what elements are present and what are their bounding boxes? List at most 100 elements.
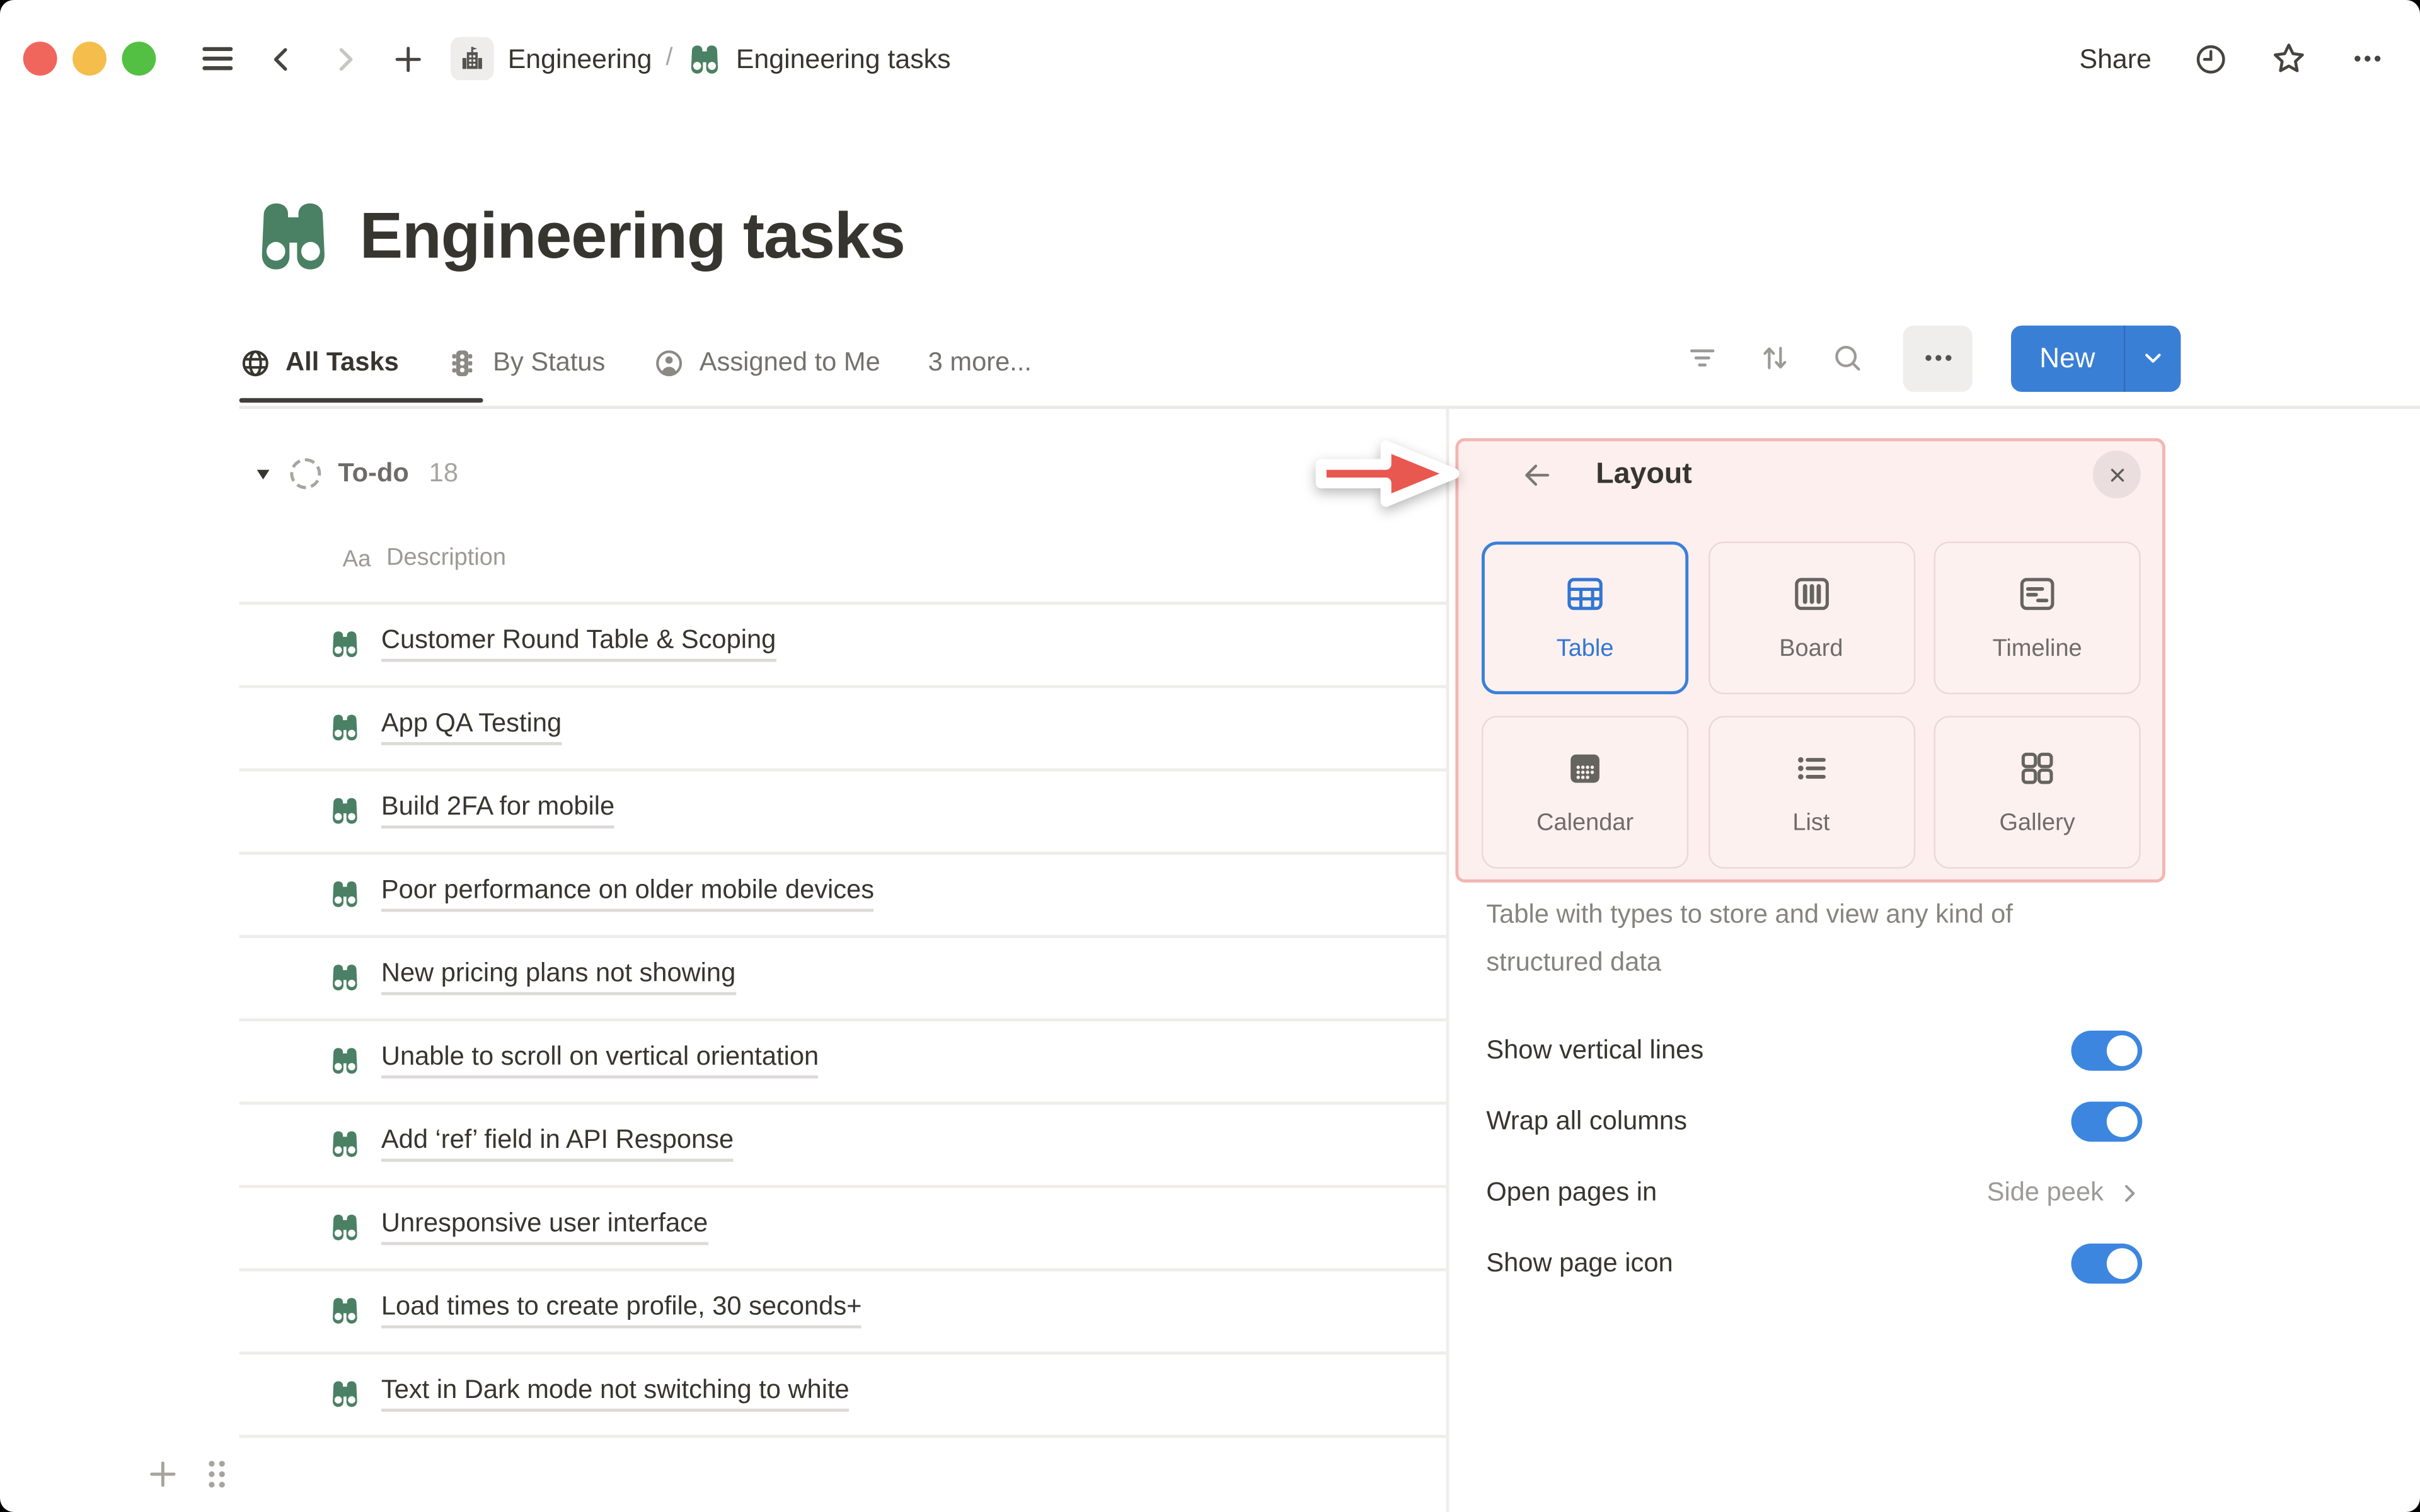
open-pages-in-value[interactable]: Side peek [1987, 1177, 2142, 1208]
row-binoculars-icon [329, 1293, 361, 1326]
red-annotation-arrow [1315, 440, 1460, 507]
table-row[interactable]: Load times to create profile, 30 seconds… [329, 1268, 862, 1351]
column-label: Description [386, 544, 506, 571]
collapse-caret-icon[interactable] [253, 464, 274, 484]
todo-status-circle-icon [290, 458, 321, 490]
layout-option-label: List [1792, 810, 1830, 837]
layout-option-list[interactable]: List [1707, 716, 1915, 869]
tab-label: All Tasks [285, 347, 399, 377]
new-button[interactable]: New [2012, 324, 2181, 391]
sidebar-menu-icon[interactable] [199, 40, 236, 77]
new-button-label[interactable]: New [2012, 325, 2123, 391]
add-row-plus-icon[interactable] [145, 1457, 180, 1492]
task-title[interactable]: Load times to create profile, 30 seconds… [381, 1292, 862, 1329]
layout-option-board[interactable]: Board [1707, 541, 1915, 695]
forward-icon[interactable] [327, 41, 362, 76]
task-title[interactable]: New pricing plans not showing [381, 958, 736, 995]
setting-wrap-all-columns: Wrap all columns [1486, 1096, 2143, 1148]
wrap-all-columns-toggle[interactable] [2071, 1101, 2143, 1142]
minimize-window-button[interactable] [72, 42, 107, 76]
breadcrumb: Engineering / Engineering tasks [451, 37, 951, 81]
table-row[interactable]: Add ‘ref’ field in API Response [329, 1102, 734, 1185]
show-vertical-lines-toggle[interactable] [2071, 1030, 2143, 1071]
group-name[interactable]: To-do [338, 458, 409, 489]
notion-window: Engineering / Engineering tasks Share En… [0, 0, 2420, 1512]
breadcrumb-separator: / [666, 45, 673, 71]
task-title[interactable]: App QA Testing [381, 708, 562, 745]
new-dropdown-chevron-icon[interactable] [2125, 325, 2181, 391]
breadcrumb-workspace[interactable]: Engineering [508, 42, 652, 74]
group-header: To-do 18 [253, 449, 458, 498]
setting-show-page-icon: Show page icon [1486, 1237, 2143, 1290]
table-row[interactable]: Text in Dark mode not switching to white [329, 1351, 850, 1435]
task-title[interactable]: Poor performance on older mobile devices [381, 875, 875, 912]
globe-icon [239, 346, 272, 379]
layout-option-calendar[interactable]: Calendar [1482, 716, 1689, 869]
tab-label: 3 more... [928, 347, 1032, 377]
search-icon[interactable] [1831, 341, 1865, 375]
tab-all-tasks[interactable]: All Tasks [239, 346, 399, 379]
row-binoculars-icon [329, 627, 361, 660]
layout-option-timeline[interactable]: Timeline [1933, 541, 2141, 695]
panel-title: Layout [1596, 457, 1692, 490]
breadcrumb-page[interactable]: Engineering tasks [736, 42, 951, 74]
filter-icon[interactable] [1686, 341, 1720, 375]
task-title[interactable]: Customer Round Table & Scoping [381, 625, 776, 662]
page-header: Engineering tasks [251, 195, 906, 278]
row-binoculars-icon [329, 1044, 361, 1076]
drag-handle-icon[interactable] [197, 1455, 236, 1493]
setting-value-text: Side peek [1986, 1177, 2104, 1207]
row-binoculars-icon [329, 711, 361, 743]
table-row[interactable]: Customer Round Table & Scoping [329, 602, 776, 685]
tab-assigned-to-me[interactable]: Assigned to Me [653, 346, 880, 379]
task-title[interactable]: Add ‘ref’ field in API Response [381, 1125, 734, 1162]
table-row[interactable]: New pricing plans not showing [329, 935, 736, 1018]
layout-option-table[interactable]: Table [1482, 541, 1689, 695]
row-binoculars-icon [329, 794, 361, 826]
task-title[interactable]: Text in Dark mode not switching to white [381, 1375, 850, 1412]
topbar-right: Share [2080, 25, 2387, 93]
back-icon[interactable] [264, 41, 299, 76]
table-row[interactable]: Unable to scroll on vertical orientation [329, 1018, 819, 1101]
more-options-icon[interactable] [2349, 40, 2386, 77]
close-icon[interactable] [2092, 450, 2141, 499]
column-header-description[interactable]: Aa Description [343, 537, 506, 580]
board-layout-icon [1790, 573, 1833, 616]
layout-options-grid: Table Board Timeline Calendar List Galle… [1482, 541, 2141, 869]
updates-clock-icon[interactable] [2193, 41, 2228, 76]
timeline-layout-icon [2015, 573, 2059, 616]
table-row[interactable]: Unresponsive user interface [329, 1185, 708, 1268]
page-title[interactable]: Engineering tasks [360, 199, 906, 273]
toggle-knob [2106, 1248, 2138, 1280]
view-tabs: All Tasks By Status Assigned to Me 3 mor… [239, 327, 1032, 398]
zoom-window-button[interactable] [122, 42, 156, 76]
task-title[interactable]: Unresponsive user interface [381, 1208, 708, 1246]
binoculars-icon [686, 41, 722, 76]
layout-option-gallery[interactable]: Gallery [1933, 716, 2141, 869]
layout-option-label: Gallery [1999, 810, 2075, 837]
new-page-icon[interactable] [391, 41, 426, 76]
view-toolbar: New [1686, 324, 2181, 392]
share-button[interactable]: Share [2080, 42, 2152, 74]
show-page-icon-toggle[interactable] [2071, 1243, 2143, 1284]
page-binoculars-icon[interactable] [251, 195, 335, 278]
task-title[interactable]: Unable to scroll on vertical orientation [381, 1041, 819, 1079]
tab-by-status[interactable]: By Status [447, 346, 605, 379]
view-options-button[interactable] [1903, 324, 1973, 391]
favorite-star-icon[interactable] [2270, 40, 2307, 77]
back-arrow-icon[interactable] [1520, 457, 1554, 491]
table-row[interactable]: Build 2FA for mobile [329, 769, 615, 852]
setting-open-pages-in[interactable]: Open pages in Side peek [1486, 1166, 2142, 1218]
layout-option-label: Board [1779, 635, 1843, 662]
calendar-layout-icon [1564, 747, 1607, 790]
task-title[interactable]: Build 2FA for mobile [381, 791, 615, 829]
row-binoculars-icon [329, 1377, 361, 1409]
workspace-icon[interactable] [451, 37, 494, 81]
sort-icon[interactable] [1759, 341, 1793, 375]
layout-option-label: Calendar [1536, 810, 1634, 837]
tab-more-views[interactable]: 3 more... [928, 347, 1032, 378]
row-binoculars-icon [329, 877, 361, 909]
table-row[interactable]: App QA Testing [329, 685, 562, 768]
close-window-button[interactable] [23, 42, 57, 76]
table-row[interactable]: Poor performance on older mobile devices [329, 852, 875, 935]
